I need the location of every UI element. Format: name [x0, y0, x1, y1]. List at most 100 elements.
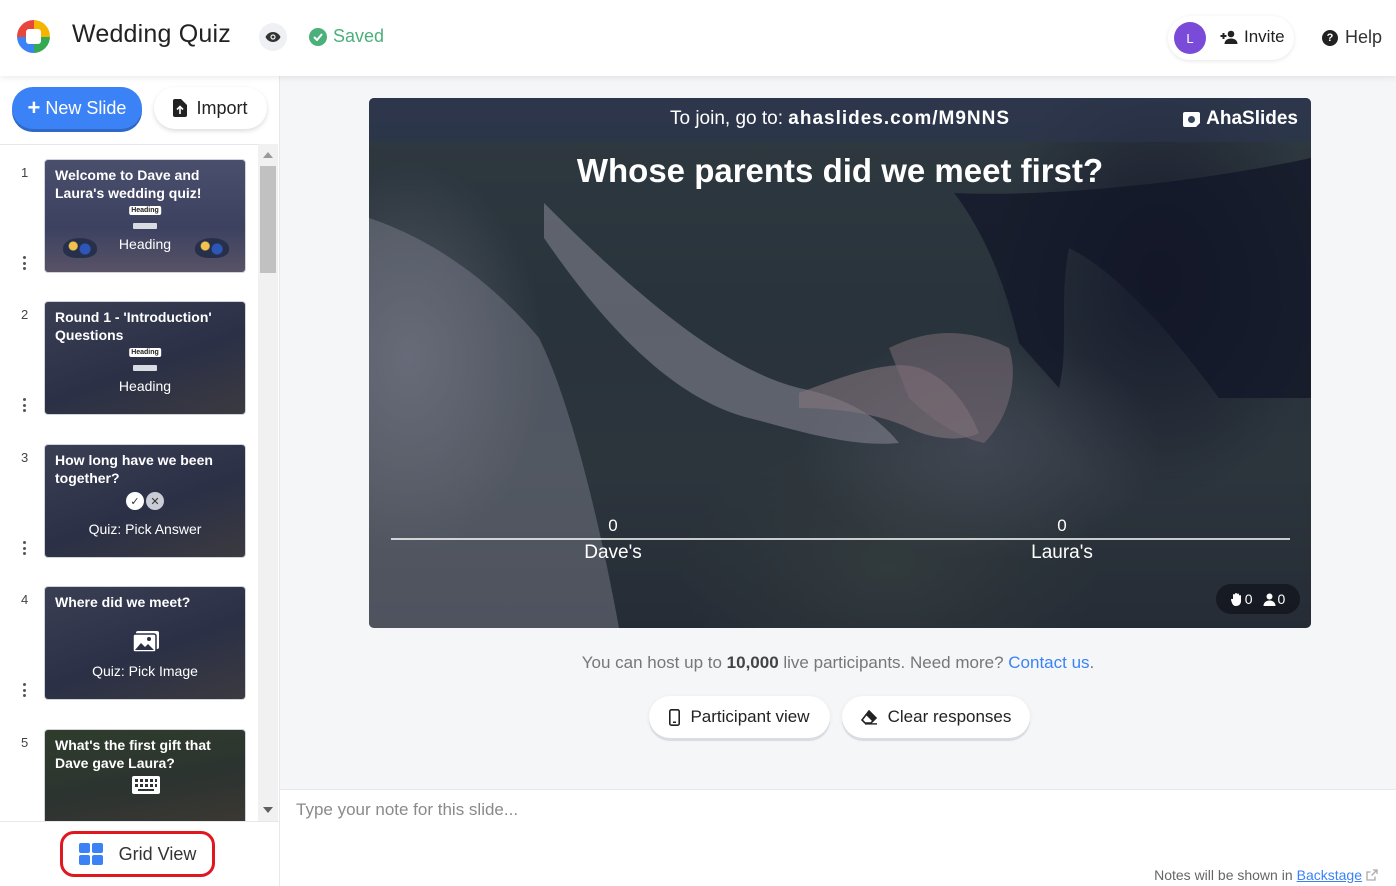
file-import-icon	[173, 99, 188, 117]
contact-us-link[interactable]: Contact us	[1008, 653, 1089, 672]
scroll-up-icon[interactable]	[263, 152, 273, 158]
clear-responses-button[interactable]: Clear responses	[842, 696, 1030, 738]
eye-icon	[265, 32, 281, 42]
slide-question: Whose parents did we meet first?	[576, 152, 1104, 189]
slide-type: Quiz: Pick Image	[92, 663, 198, 679]
pick-answer-icon: ✓ ✕	[126, 492, 164, 510]
ahaslides-logo-icon	[1183, 111, 1201, 127]
slide-number: 3	[21, 450, 29, 465]
scrollbar-thumb[interactable]	[260, 166, 276, 273]
slide-title: Welcome to Dave and Laura's wedding quiz…	[55, 167, 202, 201]
heading-bar-icon	[133, 223, 157, 229]
collaborators-bar: L Invite	[1168, 16, 1294, 60]
new-slide-label: New Slide	[45, 97, 127, 118]
slide-thumbnail[interactable]: Welcome to Dave and Laura's wedding quiz…	[44, 159, 246, 273]
reactions-stat: 0	[1230, 591, 1253, 607]
slide-type: Heading	[118, 378, 172, 394]
slide-menu-icon[interactable]	[23, 398, 26, 412]
slide-menu-icon[interactable]	[23, 541, 26, 555]
heading-tag: Heading	[129, 206, 161, 215]
participant-view-button[interactable]: Participant view	[649, 696, 830, 738]
avatar[interactable]: L	[1174, 22, 1206, 54]
join-bar: To join, go to: ahaslides.com/M9NNS AhaS…	[369, 98, 1311, 142]
chart-option: 0 Dave's	[543, 516, 683, 564]
join-prefix: To join, go to:	[669, 108, 789, 129]
external-link-icon[interactable]	[1366, 869, 1378, 881]
slide-number: 5	[21, 735, 29, 750]
slide-thumbnail[interactable]: What's the first gift that Dave gave Lau…	[44, 729, 246, 821]
clear-responses-label: Clear responses	[887, 707, 1012, 726]
slide-menu-icon[interactable]	[23, 256, 26, 270]
grid-view-label: Grid View	[118, 843, 197, 864]
saved-status: Saved	[309, 26, 384, 47]
option-count: 0	[1057, 516, 1067, 535]
help-label: Help	[1345, 27, 1383, 47]
new-slide-button[interactable]: + New Slide	[12, 87, 142, 129]
slide-preview[interactable]: To join, go to: ahaslides.com/M9NNS AhaS…	[369, 98, 1311, 628]
host-note-number: 10,000	[726, 653, 779, 672]
host-note-middle: live participants. Need more?	[778, 653, 1009, 672]
slide-list-scrollbar[interactable]	[258, 144, 278, 821]
slide-item-3[interactable]: 3 How long have we been together? ✓ ✕ Qu…	[0, 444, 258, 574]
slide-item-1[interactable]: 1 Welcome to Dave and Laura's wedding qu…	[0, 159, 258, 289]
slide-type: Heading	[118, 236, 172, 252]
heading-tag: Heading	[129, 348, 161, 357]
preview-button[interactable]	[259, 23, 287, 51]
option-label: Laura's	[1031, 542, 1093, 563]
slide-notes-panel: Notes will be shown in Backstage	[280, 789, 1396, 886]
chart-option: 0 Laura's	[992, 516, 1132, 564]
host-note-suffix: .	[1089, 653, 1095, 672]
participant-view-label: Participant view	[690, 707, 810, 726]
brand-logo: AhaSlides	[1182, 108, 1298, 130]
slide-menu-icon[interactable]	[23, 683, 26, 697]
slide-item-2[interactable]: 2 Round 1 - 'Introduction' Questions Hea…	[0, 301, 258, 431]
eraser-icon	[860, 709, 877, 725]
hand-icon	[1230, 593, 1241, 606]
notes-footer: Notes will be shown in Backstage	[1154, 867, 1378, 883]
plus-icon: +	[27, 95, 41, 120]
host-limit-note: You can host up to 10,000 live participa…	[280, 653, 1396, 673]
reactions-count: 0	[1244, 591, 1253, 607]
slide-number: 2	[21, 307, 29, 322]
invite-button[interactable]: Invite	[1220, 27, 1285, 47]
import-button[interactable]: Import	[154, 87, 267, 129]
host-note-prefix: You can host up to	[581, 653, 727, 672]
top-header: Wedding Quiz Saved L Invite ? Help	[0, 0, 1396, 76]
slide-title: How long have we been together?	[55, 452, 213, 486]
saved-label: Saved	[333, 26, 385, 46]
join-instructions: To join, go to: ahaslides.com/M9NNS	[369, 108, 1311, 130]
user-icon	[1263, 593, 1275, 606]
scroll-down-icon[interactable]	[263, 807, 273, 813]
slide-thumbnail[interactable]: Round 1 - 'Introduction' Questions Headi…	[44, 301, 246, 415]
brand-name: AhaSlides	[1206, 108, 1298, 129]
add-user-icon	[1220, 30, 1238, 44]
main-editor: To join, go to: ahaslides.com/M9NNS AhaS…	[280, 76, 1396, 789]
grid-view-button[interactable]: Grid View	[60, 831, 215, 877]
participants-stat: 0	[1263, 591, 1286, 607]
chart-baseline	[391, 538, 1290, 540]
presentation-title[interactable]: Wedding Quiz	[72, 20, 231, 49]
slide-type: Quiz: Pick Answer	[88, 521, 202, 537]
image-icon	[133, 631, 159, 653]
slide-title: Round 1 - 'Introduction' Questions	[55, 309, 212, 343]
option-count: 0	[608, 516, 618, 535]
slide-thumbnail[interactable]: How long have we been together? ✓ ✕ Quiz…	[44, 444, 246, 558]
slide-item-4[interactable]: 4 Where did we meet? Quiz: Pick Image	[0, 586, 258, 716]
slide-title: Where did we meet?	[55, 594, 191, 610]
join-url: ahaslides.com/M9NNS	[788, 108, 1011, 129]
heading-bar-icon	[133, 365, 157, 371]
slides-sidebar: + New Slide Import 1 Welcome to Dave and…	[0, 76, 280, 886]
help-circle-icon: ?	[1322, 29, 1338, 46]
slide-number: 4	[21, 592, 29, 607]
app-logo-icon[interactable]	[17, 20, 50, 53]
slide-item-5[interactable]: 5 What's the first gift that Dave gave L…	[0, 729, 258, 821]
backstage-link[interactable]: Backstage	[1297, 867, 1362, 883]
invite-label: Invite	[1244, 27, 1285, 46]
participants-count: 0	[1277, 591, 1286, 607]
help-button[interactable]: ? Help	[1322, 27, 1382, 48]
phone-icon	[669, 708, 681, 726]
slide-title: What's the first gift that Dave gave Lau…	[55, 737, 211, 771]
import-label: Import	[196, 97, 248, 118]
slide-notes-input[interactable]	[296, 800, 1196, 840]
slide-thumbnail[interactable]: Where did we meet? Quiz: Pick Image	[44, 586, 246, 700]
